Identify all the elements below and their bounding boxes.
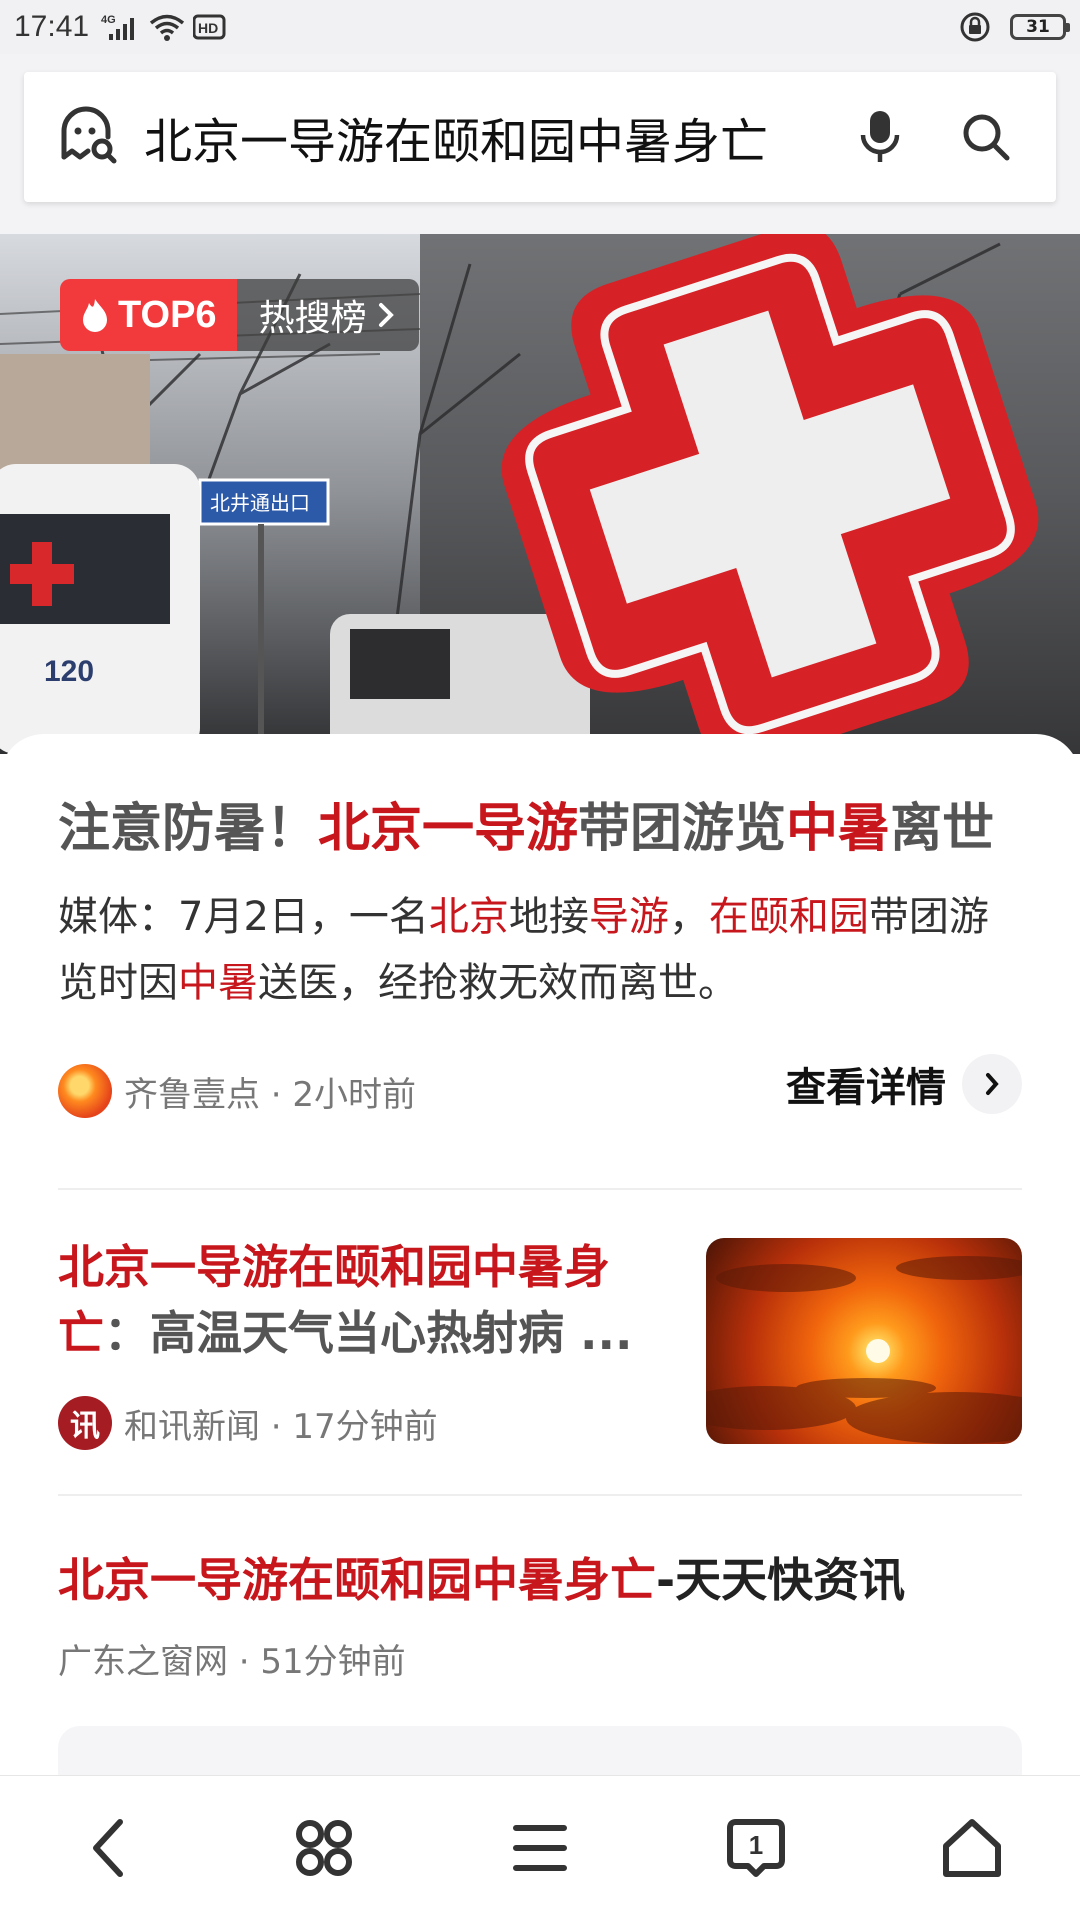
summary-segment: 在颐和园 [708, 894, 869, 940]
news-summary: 媒体：7月2日，一名北京地接导游，在颐和园带团游览时因中暑送医，经抢救无效而离世… [58, 884, 1028, 1016]
chevron-right-icon [962, 1054, 1022, 1114]
search-box[interactable]: 北京一导游在颐和园中暑身亡 [24, 72, 1056, 202]
cellular-signal-icon: 4G [101, 12, 141, 42]
headline-segment: 中暑 [786, 799, 891, 859]
hot-rank-badge[interactable]: TOP6 热搜榜 [60, 279, 419, 351]
divider [58, 1188, 1022, 1190]
headline-segment: 注意防暑！ [58, 799, 319, 859]
news-headline[interactable]: 注意防暑！北京一导游带团游览中暑离世 [58, 786, 1038, 861]
result-thumbnail[interactable] [706, 1238, 1022, 1444]
ghost-search-icon[interactable] [54, 103, 118, 171]
back-icon[interactable] [58, 1798, 158, 1898]
status-bar: 17:41 4G HD 31 [0, 0, 1080, 54]
hd-voice-icon: HD [193, 12, 227, 42]
bottom-navigation: 1 [0, 1775, 1080, 1920]
view-detail-button[interactable]: 查看详情 [786, 1054, 1022, 1114]
divider [58, 1494, 1022, 1496]
source-row: 讯 和讯新闻 · 17分钟前 [58, 1396, 438, 1450]
summary-segment: 送医，经抢救无效而离世。 [258, 960, 738, 1006]
chevron-right-icon [378, 303, 394, 327]
source-row: 齐鲁壹点 · 2小时前 [58, 1064, 416, 1118]
source-text: 广东之窗网 · 51分钟前 [58, 1642, 406, 1682]
summary-segment: 媒体：7月2日，一名 [58, 894, 429, 940]
microphone-icon[interactable] [840, 97, 920, 177]
badge-label: 热搜榜 [258, 298, 367, 339]
home-icon[interactable] [922, 1798, 1022, 1898]
source-avatar [58, 1064, 112, 1118]
result-card: 注意防暑！北京一导游带团游览中暑离世 媒体：7月2日，一名北京地接导游，在颐和园… [0, 734, 1080, 1786]
source-text: 齐鲁壹点 · 2小时前 [124, 1074, 417, 1115]
summary-segment: 北京 [428, 894, 509, 940]
wifi-icon [149, 12, 185, 42]
result-title[interactable]: 北京一导游在颐和园中暑身亡-天天快资讯 [58, 1544, 905, 1610]
source-avatar: 讯 [58, 1396, 112, 1450]
battery-icon: 31 [1010, 14, 1070, 40]
magnifier-icon[interactable] [946, 97, 1026, 177]
summary-segment: ， [668, 894, 709, 940]
summary-segment: 导游 [588, 894, 669, 940]
svg-text:4G: 4G [101, 14, 116, 26]
badge-rank: TOP6 [118, 293, 217, 336]
tabs-icon[interactable]: 1 [706, 1798, 806, 1898]
view-detail-label: 查看详情 [786, 1065, 946, 1111]
rotation-lock-icon [958, 10, 992, 44]
svg-text:1: 1 [749, 1830, 763, 1860]
menu-icon[interactable] [490, 1798, 590, 1898]
result-title[interactable]: 北京一导游在颐和园中暑身亡：高温天气当心热射病 ... [58, 1234, 638, 1366]
source-text: 和讯新闻 · 17分钟前 [124, 1406, 438, 1447]
hero-image[interactable]: 北井通出口 120 TOP6 热搜榜 [0, 234, 1080, 754]
headline-segment: 离世 [890, 799, 995, 859]
apps-icon[interactable] [274, 1798, 374, 1898]
battery-level: 31 [1026, 17, 1050, 37]
svg-text:120: 120 [44, 655, 94, 688]
summary-segment: 中暑 [178, 960, 258, 1006]
svg-text:HD: HD [198, 20, 218, 36]
headline-segment: 带团游览 [578, 799, 787, 859]
flame-icon [83, 299, 107, 332]
status-time: 17:41 [14, 10, 90, 43]
search-query-text[interactable]: 北京一导游在颐和园中暑身亡 [144, 102, 840, 172]
svg-text:北井通出口: 北井通出口 [210, 491, 310, 515]
summary-segment: 地接 [508, 894, 589, 940]
headline-segment: 北京一导游 [318, 799, 579, 859]
